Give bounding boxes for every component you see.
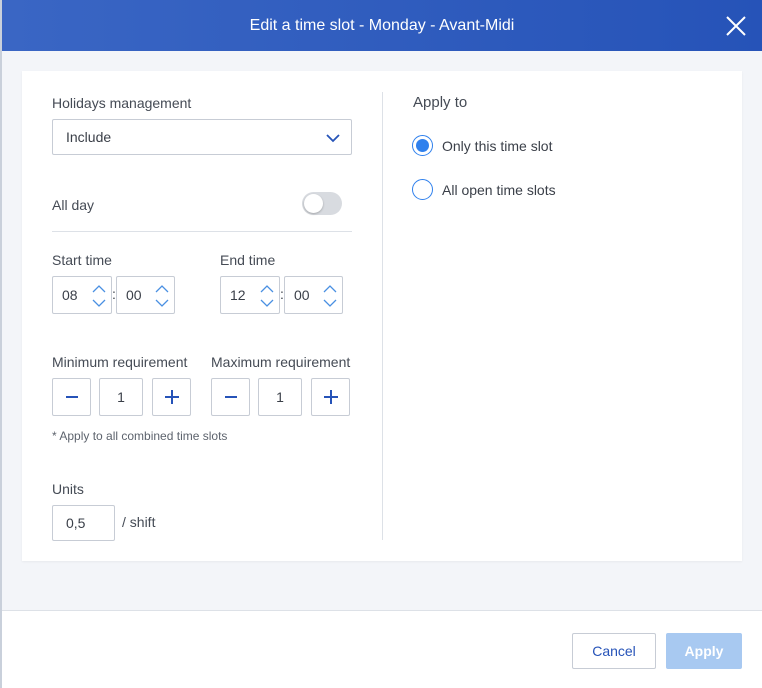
start-minute-spinner[interactable]: 00 <box>116 276 175 314</box>
up-down-arrows-icon[interactable] <box>92 282 106 310</box>
units-input[interactable]: 0,5 <box>52 505 115 541</box>
radio-unchecked-icon[interactable] <box>412 179 433 200</box>
radio-all-open-slots[interactable]: All open time slots <box>412 179 556 200</box>
close-icon[interactable] <box>724 14 748 38</box>
chevron-down-icon <box>326 134 340 143</box>
units-label: Units <box>52 481 84 497</box>
edit-time-slot-dialog: Edit a time slot - Monday - Avant-Midi H… <box>2 0 762 688</box>
holidays-select-value: Include <box>66 129 112 145</box>
units-suffix: / shift <box>122 514 156 530</box>
section-divider <box>52 231 352 232</box>
column-divider <box>382 92 383 540</box>
end-hour-spinner[interactable]: 12 <box>220 276 280 314</box>
toggle-knob <box>304 194 323 213</box>
radio-only-this-slot[interactable]: Only this time slot <box>412 135 552 156</box>
end-minute-spinner[interactable]: 00 <box>284 276 343 314</box>
up-down-arrows-icon[interactable] <box>155 282 169 310</box>
holidays-label: Holidays management <box>52 95 192 111</box>
start-hour-spinner[interactable]: 08 <box>52 276 112 314</box>
form-card: Holidays management Include All day Star… <box>22 71 742 561</box>
start-time-label: Start time <box>52 252 112 268</box>
dialog-footer: Cancel Apply <box>2 610 762 688</box>
radio-label: Only this time slot <box>442 137 553 154</box>
start-hour-value: 08 <box>62 287 78 303</box>
all-day-label: All day <box>52 197 95 213</box>
cancel-button[interactable]: Cancel <box>572 633 656 669</box>
minus-icon <box>224 396 237 398</box>
all-day-toggle[interactable] <box>302 192 342 215</box>
max-decrement-button[interactable] <box>211 378 250 416</box>
end-hour-value: 12 <box>230 287 246 303</box>
up-down-arrows-icon[interactable] <box>260 282 274 310</box>
dialog-title: Edit a time slot - Monday - Avant-Midi <box>249 16 515 34</box>
end-minute-value: 00 <box>294 287 310 303</box>
radio-label: All open time slots <box>442 181 556 198</box>
max-requirement-label: Maximum requirement <box>211 354 351 370</box>
holidays-select[interactable]: Include <box>52 119 352 155</box>
end-time-label: End time <box>220 252 276 268</box>
start-minute-value: 00 <box>126 287 142 303</box>
combined-slots-note: * Apply to all combined time slots <box>52 429 228 443</box>
min-increment-button[interactable] <box>152 378 191 416</box>
plus-icon <box>164 390 179 404</box>
max-requirement-value[interactable]: 1 <box>258 378 302 416</box>
apply-button[interactable]: Apply <box>666 633 742 669</box>
max-increment-button[interactable] <box>311 378 350 416</box>
min-decrement-button[interactable] <box>52 378 91 416</box>
dialog-header: Edit a time slot - Monday - Avant-Midi <box>2 0 762 51</box>
min-requirement-label: Minimum requirement <box>52 354 188 370</box>
plus-icon <box>323 390 338 404</box>
up-down-arrows-icon[interactable] <box>323 282 337 310</box>
radio-checked-icon[interactable] <box>412 135 433 156</box>
min-requirement-value[interactable]: 1 <box>99 378 143 416</box>
apply-to-title: Apply to <box>413 94 468 111</box>
minus-icon <box>65 396 78 398</box>
